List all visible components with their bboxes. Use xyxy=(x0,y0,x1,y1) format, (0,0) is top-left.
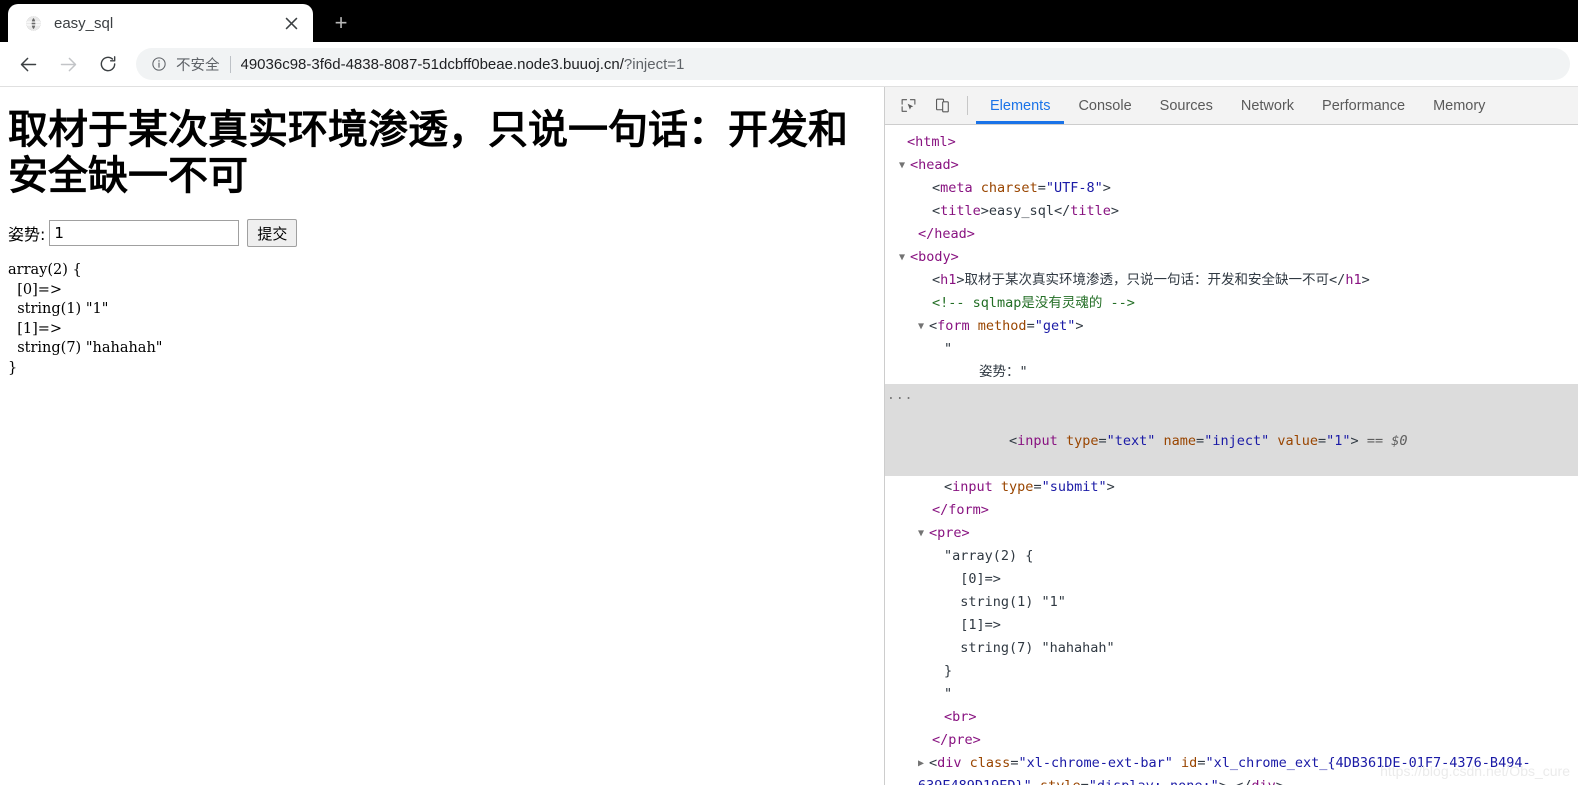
chevron-down-icon[interactable]: ▼ xyxy=(918,522,929,545)
address-bar-url: 49036c98-3f6d-4838-8087-51dcbff0beae.nod… xyxy=(241,56,685,73)
inject-form: 姿势: 提交 xyxy=(8,219,876,247)
page-output-pre: array(2) { [0]=> string(1) "1" [1]=> str… xyxy=(8,262,163,376)
chevron-down-icon[interactable]: ▼ xyxy=(899,246,910,269)
browser-content: 取材于某次真实环境渗透，只说一句话：开发和安全缺一不可 姿势: 提交 array… xyxy=(0,87,1578,785)
devtools-toolbar-divider xyxy=(967,96,968,115)
browser-tab-strip: easy_sql + xyxy=(0,0,1578,42)
omnibox-divider xyxy=(229,55,231,73)
tab-sources[interactable]: Sources xyxy=(1146,87,1227,124)
dom-node-title[interactable]: <title>easy_sql</title> xyxy=(885,200,1578,223)
tab-memory[interactable]: Memory xyxy=(1419,87,1499,124)
dom-node-pre-text-5[interactable]: } xyxy=(885,660,1578,683)
dom-comment-text: <!-- sqlmap是没有灵魂的 --> xyxy=(932,295,1135,311)
inject-form-label: 姿势: xyxy=(8,225,46,244)
inspect-element-icon[interactable] xyxy=(891,87,925,124)
dom-node-pre-text-2[interactable]: string(1) "1" xyxy=(885,591,1578,614)
tab-elements[interactable]: Elements xyxy=(976,87,1064,124)
dom-div-style: display: none; xyxy=(1097,778,1211,785)
dom-node-head-close[interactable]: </head> xyxy=(885,223,1578,246)
dom-node-pre-close[interactable]: </pre> xyxy=(885,729,1578,752)
page-title: 取材于某次真实环境渗透，只说一句话：开发和安全缺一不可 xyxy=(8,107,848,199)
dom-node-comment[interactable]: <!-- sqlmap是没有灵魂的 --> xyxy=(885,292,1578,315)
close-icon[interactable] xyxy=(279,11,303,35)
tab-performance[interactable]: Performance xyxy=(1308,87,1419,124)
chevron-right-icon[interactable]: ▶ xyxy=(918,752,929,775)
dom-node-pre-text-4[interactable]: string(7) "hahahah" xyxy=(885,637,1578,660)
expand-more-icon[interactable]: ... xyxy=(887,384,913,407)
tab-console[interactable]: Console xyxy=(1064,87,1145,124)
dom-node-pre-text-0[interactable]: "array(2) { xyxy=(885,545,1578,568)
watermark: https://blog.csdn.net/Obs_cure xyxy=(1380,763,1570,779)
dom-node-html-open[interactable]: <html> xyxy=(885,131,1578,154)
address-bar[interactable]: 不安全 49036c98-3f6d-4838-8087-51dcbff0beae… xyxy=(136,48,1570,80)
info-circle-icon[interactable] xyxy=(150,55,168,73)
globe-icon xyxy=(24,14,42,32)
dom-node-input-submit[interactable]: <input type="submit"> xyxy=(885,476,1578,499)
dom-h1-text: 取材于某次真实环境渗透，只说一句话：开发和安全缺一不可 xyxy=(964,272,1330,288)
dom-node-text-quote-open[interactable]: " xyxy=(885,338,1578,361)
dom-node-form-open[interactable]: ▼ <form method="get"> xyxy=(885,315,1578,338)
arrow-right-icon xyxy=(48,44,88,84)
security-status-label: 不安全 xyxy=(176,57,220,74)
dom-node-h1[interactable]: <h1>取材于某次真实环境渗透，只说一句话：开发和安全缺一不可</h1> xyxy=(885,269,1578,292)
url-query: ?inject=1 xyxy=(623,55,685,73)
submit-button[interactable]: 提交 xyxy=(247,219,298,247)
reload-icon[interactable] xyxy=(88,44,128,84)
dom-node-meta[interactable]: <meta charset="UTF-8"> xyxy=(885,177,1578,200)
device-toolbar-icon[interactable] xyxy=(925,87,959,124)
inject-input[interactable] xyxy=(49,220,240,246)
dom-node-body-open[interactable]: ▼ <body> xyxy=(885,246,1578,269)
url-host: 49036c98-3f6d-4838-8087-51dcbff0beae.nod… xyxy=(240,55,624,73)
new-tab-button[interactable]: + xyxy=(323,6,359,40)
chevron-down-icon[interactable]: ▼ xyxy=(899,154,910,177)
devtools-tab-bar: Elements Console Sources Network Perform… xyxy=(885,87,1578,125)
tab-network[interactable]: Network xyxy=(1227,87,1308,124)
dom-node-pre-text-6[interactable]: " xyxy=(885,683,1578,706)
dom-selected-ref: == $0 xyxy=(1366,433,1408,449)
dom-node-head-open[interactable]: ▼ <head> xyxy=(885,154,1578,177)
dom-node-pre-text-1[interactable]: [0]=> xyxy=(885,568,1578,591)
devtools-panel: Elements Console Sources Network Perform… xyxy=(884,87,1578,785)
web-page-viewport: 取材于某次真实环境渗透，只说一句话：开发和安全缺一不可 姿势: 提交 array… xyxy=(0,87,884,785)
dom-node-form-close[interactable]: </form> xyxy=(885,499,1578,522)
dom-node-br[interactable]: <br> xyxy=(885,706,1578,729)
arrow-left-icon[interactable] xyxy=(8,44,48,84)
dom-div-collapsed-ellipsis[interactable]: … xyxy=(1227,778,1235,785)
dom-node-input-text[interactable]: ... <input type="text" name="inject" val… xyxy=(885,384,1578,476)
browser-tab-title: easy_sql xyxy=(54,14,114,32)
dom-node-pre-text-3[interactable]: [1]=> xyxy=(885,614,1578,637)
chevron-down-icon[interactable]: ▼ xyxy=(918,315,929,338)
dom-div-class: xl-chrome-ext-bar xyxy=(1026,755,1165,771)
dom-tree[interactable]: <html> ▼ <head> <meta charset="UTF-8"> <t… xyxy=(885,125,1578,785)
dom-node-text-label[interactable]: 姿势：" xyxy=(885,361,1578,384)
browser-toolbar: 不安全 49036c98-3f6d-4838-8087-51dcbff0beae… xyxy=(0,42,1578,87)
browser-tab-easy-sql[interactable]: easy_sql xyxy=(8,4,313,42)
dom-node-pre-open[interactable]: ▼ <pre> xyxy=(885,522,1578,545)
